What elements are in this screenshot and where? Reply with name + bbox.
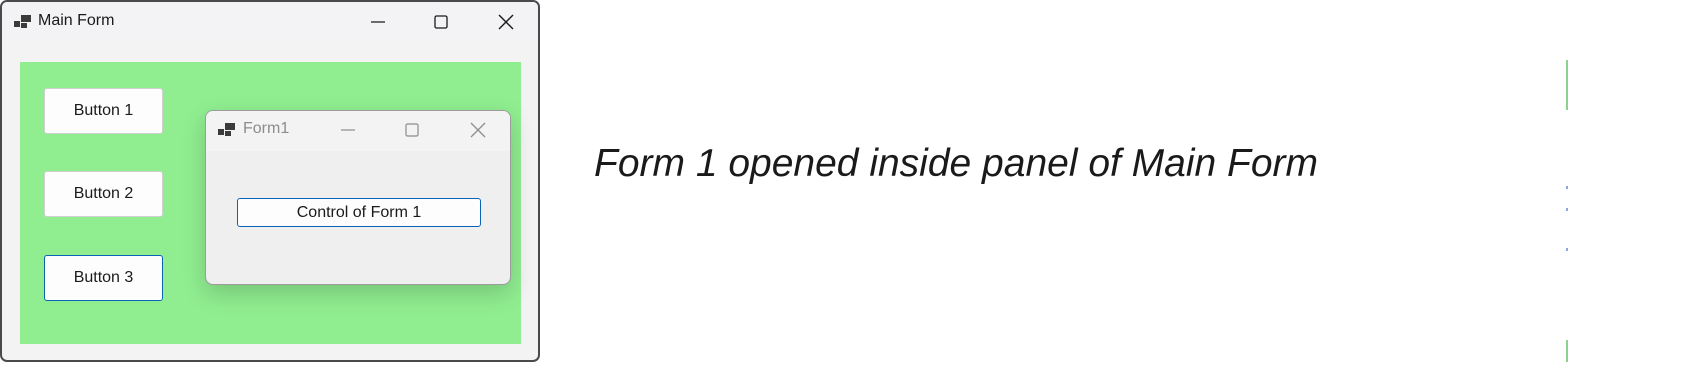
minimize-button[interactable] (346, 2, 410, 42)
edge-artifact (1566, 248, 1568, 251)
edge-artifact (1566, 340, 1568, 362)
form1-title: Form1 (243, 120, 290, 137)
caption-text: Form 1 opened inside panel of Main Form (594, 142, 1319, 185)
app-window-icon (14, 14, 31, 28)
form1-maximize-button[interactable] (380, 111, 444, 149)
form1-close-button[interactable] (446, 111, 510, 149)
button-3[interactable]: Button 3 (44, 255, 163, 301)
form1-titlebar[interactable]: Form1 (206, 111, 510, 151)
button-1[interactable]: Button 1 (44, 88, 163, 134)
green-panel: Button 1 Button 2 Button 3 Form1 Control… (20, 62, 521, 344)
main-form-window: Main Form Button 1 Button 2 Button 3 For… (0, 0, 540, 362)
app-window-icon (218, 122, 235, 136)
form1-window: Form1 Control of Form 1 (205, 110, 511, 285)
maximize-button[interactable] (409, 2, 473, 42)
button-2[interactable]: Button 2 (44, 171, 163, 217)
edge-artifact (1566, 208, 1568, 211)
main-form-title: Main Form (38, 12, 115, 29)
edge-artifact (1566, 60, 1568, 110)
close-button[interactable] (474, 2, 538, 42)
edge-artifact (1566, 186, 1568, 189)
form1-control-button[interactable]: Control of Form 1 (237, 198, 481, 227)
form1-minimize-button[interactable] (316, 111, 380, 149)
main-form-titlebar[interactable]: Main Form (2, 2, 538, 42)
